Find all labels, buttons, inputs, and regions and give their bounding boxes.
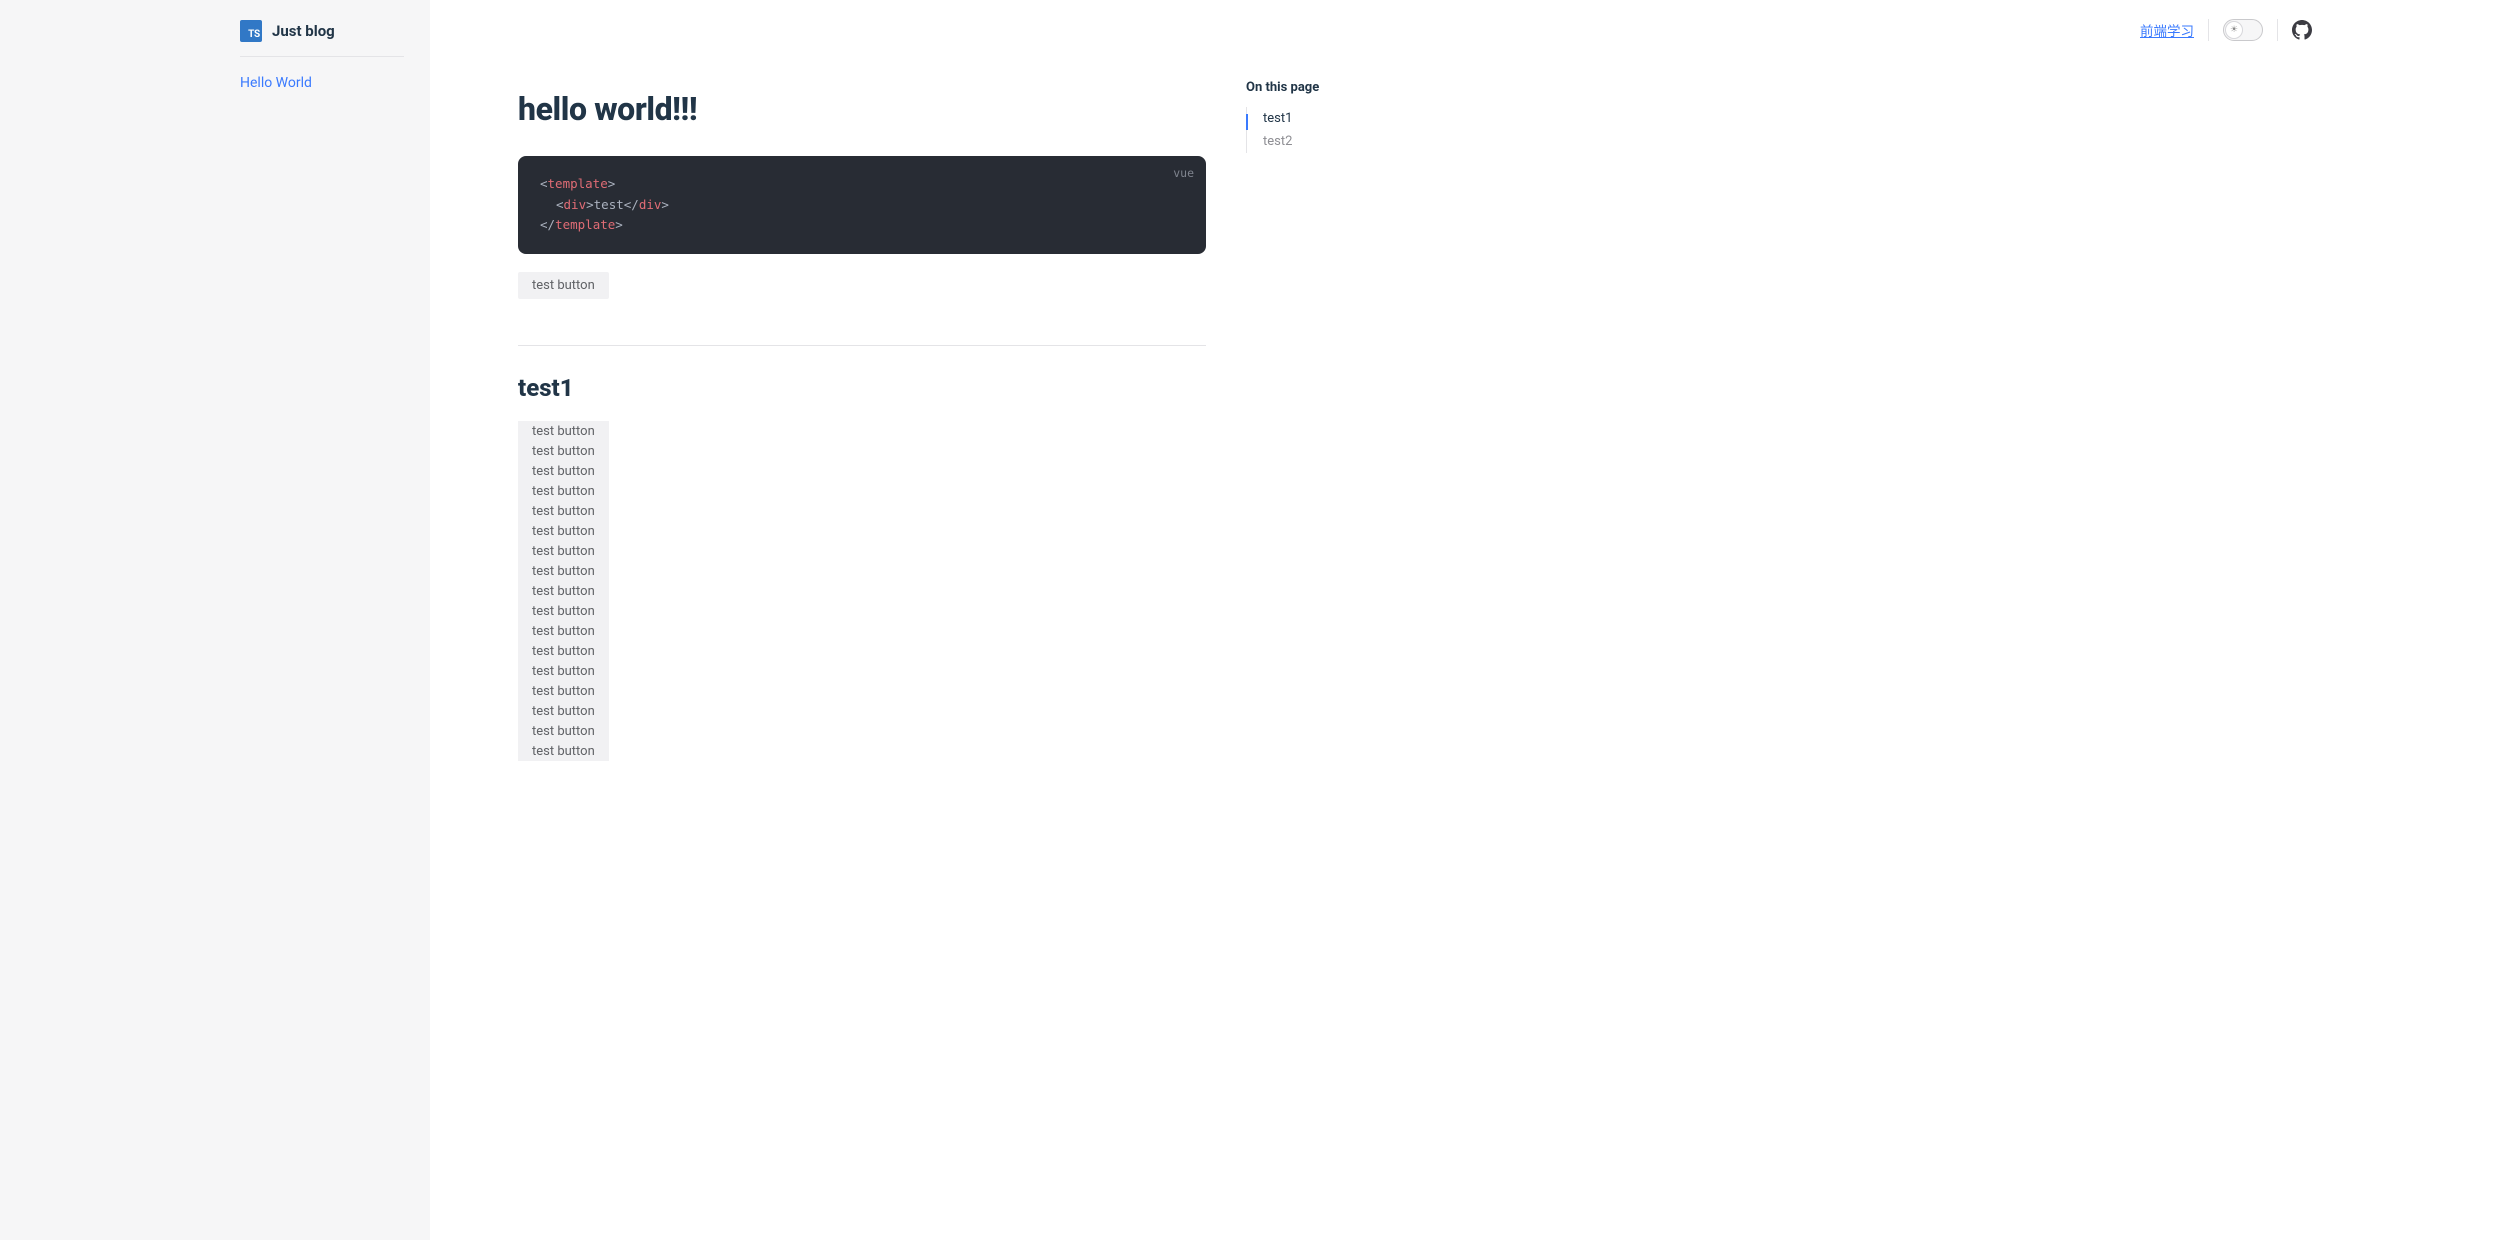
test-button[interactable]: test button [518,621,609,641]
test-button[interactable]: test button [518,521,609,541]
code-block: vue <template><div>test</div></template> [518,156,1206,254]
test-button[interactable]: test button [518,561,609,581]
test-button[interactable]: test button [518,441,609,461]
divider [2277,19,2278,41]
sidebar: TS Just blog Hello World [0,0,430,1240]
test-button[interactable]: test button [518,541,609,561]
code-language-label: vue [1173,164,1194,183]
main: 前端学习 ☀ hello world!!! vue <template><div… [430,0,2517,1240]
test-button[interactable]: test button [518,741,609,761]
button-column: test buttontest buttontest buttontest bu… [518,421,609,761]
divider [2208,19,2209,41]
test-button[interactable]: test button [518,701,609,721]
test-button[interactable]: test button [518,601,609,621]
page-title: hello world!!! [518,90,1206,128]
toc-heading: On this page [1246,80,1476,95]
test-button[interactable]: test button [518,641,609,661]
sun-icon: ☀ [2225,21,2243,39]
site-title: Just blog [272,22,335,40]
site-title-row[interactable]: TS Just blog [240,20,404,57]
sidebar-item-hello-world[interactable]: Hello World [240,75,404,91]
divider [518,345,1206,346]
topbar: 前端学习 ☀ [2140,0,2517,60]
test-button[interactable]: test button [518,272,609,299]
test-button[interactable]: test button [518,581,609,601]
table-of-contents: On this page test1test2 [1246,0,1476,761]
theme-toggle[interactable]: ☀ [2223,19,2263,41]
toc-item-test1[interactable]: test1 [1247,107,1476,130]
github-link[interactable] [2292,20,2312,40]
test-button[interactable]: test button [518,661,609,681]
test-button[interactable]: test button [518,481,609,501]
test-button[interactable]: test button [518,421,609,441]
nav-link-frontend[interactable]: 前端学习 [2140,20,2194,40]
test-button[interactable]: test button [518,681,609,701]
test-button[interactable]: test button [518,461,609,481]
github-icon [2292,20,2312,40]
article: hello world!!! vue <template><div>test</… [518,0,1206,761]
sidebar-nav: Hello World [240,57,404,91]
toc-item-test2[interactable]: test2 [1247,130,1476,153]
test-button[interactable]: test button [518,721,609,741]
section-heading-test1: test1 [518,374,1206,402]
test-button[interactable]: test button [518,501,609,521]
typescript-icon: TS [240,20,262,42]
